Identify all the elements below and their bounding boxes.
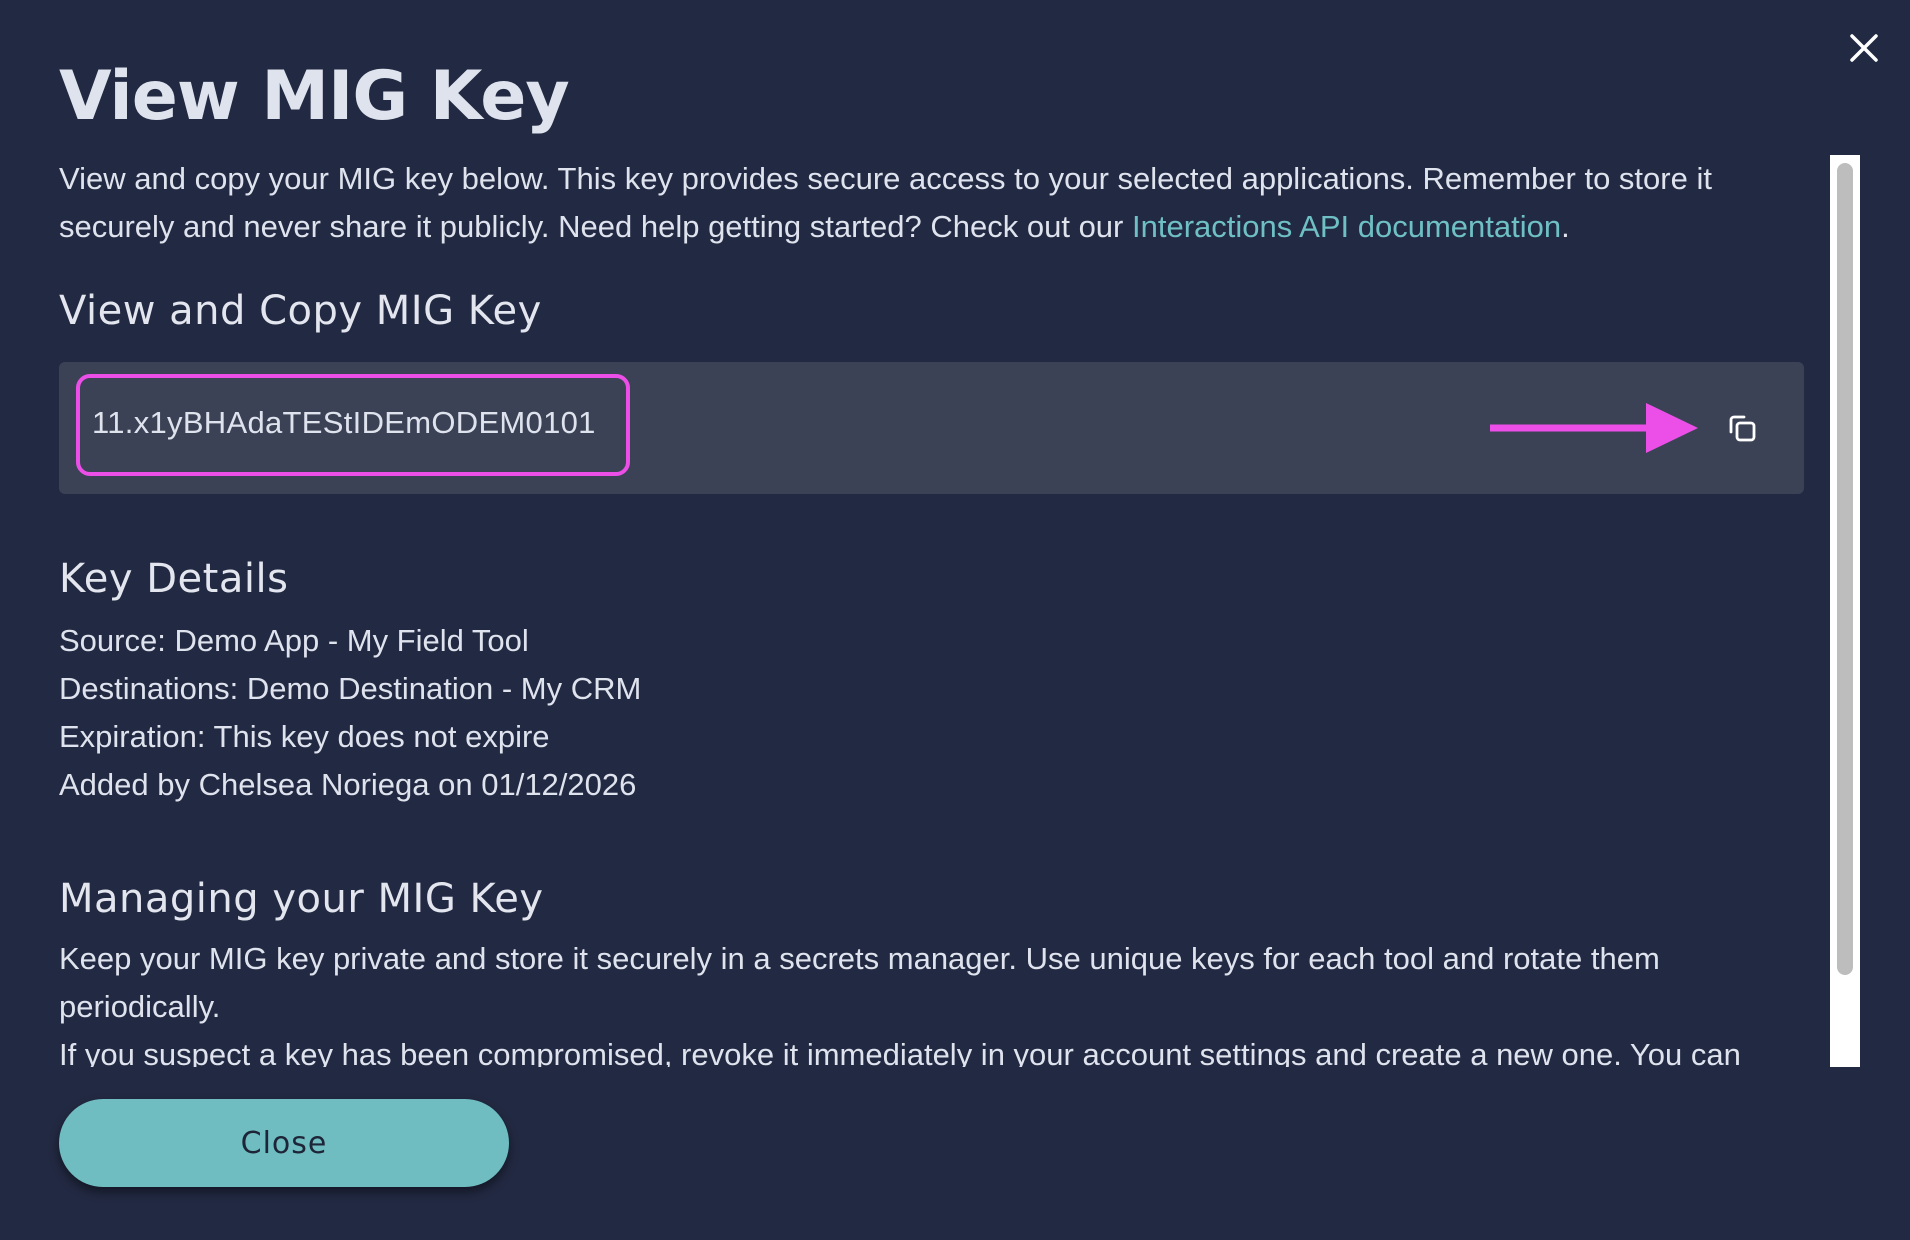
managing-key-heading: Managing your MIG Key bbox=[59, 876, 544, 922]
detail-added-by: Added by Chelsea Noriega on 01/12/2026 bbox=[59, 767, 637, 802]
mig-key-value[interactable]: 11.x1yBHAdaTEStIDEmODEM0101 bbox=[92, 405, 596, 441]
scrollbar-track[interactable] bbox=[1830, 155, 1860, 1067]
dialog-title: View MIG Key bbox=[59, 57, 570, 136]
copy-icon bbox=[1729, 415, 1756, 442]
intro-paragraph: View and copy your MIG key below. This k… bbox=[59, 155, 1789, 251]
managing-paragraph-2: If you suspect a key has been compromise… bbox=[59, 1037, 1741, 1067]
dialog-scroll-content[interactable]: View and copy your MIG key below. This k… bbox=[59, 155, 1829, 1067]
intro-end: . bbox=[1561, 209, 1570, 244]
detail-destinations: Destinations: Demo Destination - My CRM bbox=[59, 671, 642, 706]
managing-paragraph-1: Keep your MIG key private and store it s… bbox=[59, 941, 1660, 1024]
view-copy-heading: View and Copy MIG Key bbox=[59, 288, 542, 334]
close-button[interactable]: Close bbox=[59, 1099, 509, 1187]
key-details-heading: Key Details bbox=[59, 556, 289, 602]
detail-source: Source: Demo App - My Field Tool bbox=[59, 623, 529, 658]
copy-key-button[interactable] bbox=[1720, 406, 1764, 450]
close-icon bbox=[1850, 34, 1878, 62]
close-dialog-button[interactable] bbox=[1843, 27, 1885, 69]
key-details-list: Source: Demo App - My Field Tool Destina… bbox=[59, 617, 1829, 809]
interactions-api-docs-link[interactable]: Interactions API documentation bbox=[1132, 209, 1561, 244]
view-mig-key-dialog: View MIG Key View and copy your MIG key … bbox=[0, 0, 1910, 1240]
detail-expiration: Expiration: This key does not expire bbox=[59, 719, 550, 754]
managing-key-text: Keep your MIG key private and store it s… bbox=[59, 935, 1799, 1067]
arrow-annotation-icon bbox=[1490, 403, 1698, 453]
key-display-box: 11.x1yBHAdaTEStIDEmODEM0101 bbox=[59, 362, 1804, 494]
scrollbar-thumb[interactable] bbox=[1837, 163, 1853, 975]
